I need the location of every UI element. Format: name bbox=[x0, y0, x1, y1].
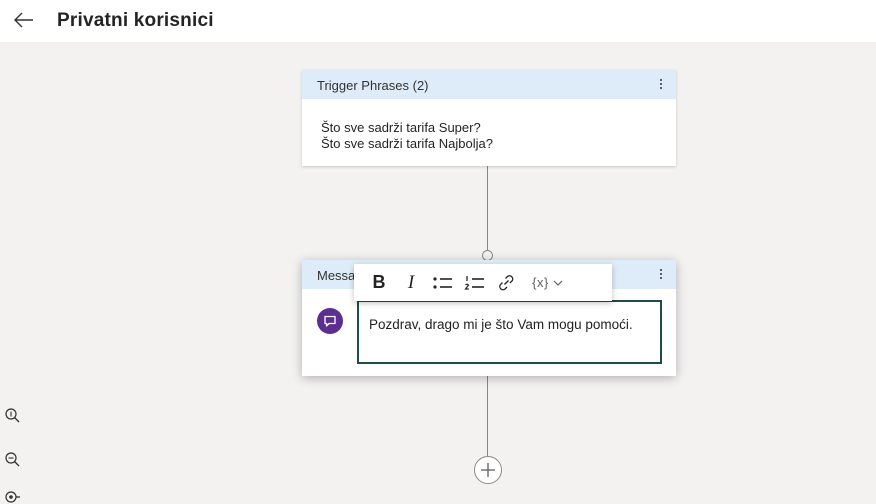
formatting-toolbar: B I {x} bbox=[354, 264, 612, 301]
page-header: Privatni korisnici bbox=[0, 0, 876, 42]
bullet-list-icon bbox=[433, 276, 452, 289]
insert-variable-button[interactable]: {x} bbox=[526, 270, 570, 296]
plus-icon bbox=[481, 463, 495, 477]
connector-line bbox=[487, 376, 488, 456]
chat-bubble-icon bbox=[317, 308, 343, 334]
add-node-button[interactable] bbox=[474, 456, 502, 484]
page-title: Privatni korisnici bbox=[57, 10, 214, 31]
connector-line bbox=[487, 164, 488, 252]
message-text-editor[interactable]: Pozdrav, drago mi je što Vam mogu pomoći… bbox=[357, 300, 662, 364]
fit-view-icon[interactable] bbox=[4, 488, 24, 504]
chevron-down-icon bbox=[553, 280, 563, 286]
variable-label: {x} bbox=[532, 275, 549, 290]
bullet-list-button[interactable] bbox=[432, 270, 454, 296]
more-options-icon[interactable] bbox=[654, 75, 668, 93]
bold-button[interactable]: B bbox=[368, 270, 390, 296]
numbered-list-icon bbox=[464, 275, 484, 290]
trigger-phrases-node[interactable]: Trigger Phrases (2) Što sve sadrži tarif… bbox=[302, 70, 676, 166]
numbered-list-button[interactable] bbox=[464, 270, 486, 296]
trigger-phrase: Što sve sadrži tarifa Super? bbox=[321, 120, 481, 135]
back-arrow-icon[interactable] bbox=[12, 8, 36, 32]
zoom-in-icon[interactable] bbox=[4, 406, 24, 426]
trigger-node-header: Trigger Phrases (2) bbox=[302, 70, 676, 99]
italic-button[interactable]: I bbox=[400, 270, 422, 296]
trigger-phrase: Što sve sadrži tarifa Najbolja? bbox=[321, 136, 493, 151]
message-text: Pozdrav, drago mi je što Vam mogu pomoći… bbox=[369, 317, 633, 332]
insert-link-button[interactable] bbox=[496, 270, 516, 296]
authoring-canvas[interactable]: Trigger Phrases (2) Što sve sadrži tarif… bbox=[0, 42, 876, 504]
zoom-out-icon[interactable] bbox=[4, 450, 24, 470]
message-node-title: Messa bbox=[317, 268, 356, 283]
link-icon bbox=[499, 274, 514, 290]
trigger-node-title: Trigger Phrases (2) bbox=[317, 78, 429, 93]
more-options-icon[interactable] bbox=[654, 265, 668, 283]
